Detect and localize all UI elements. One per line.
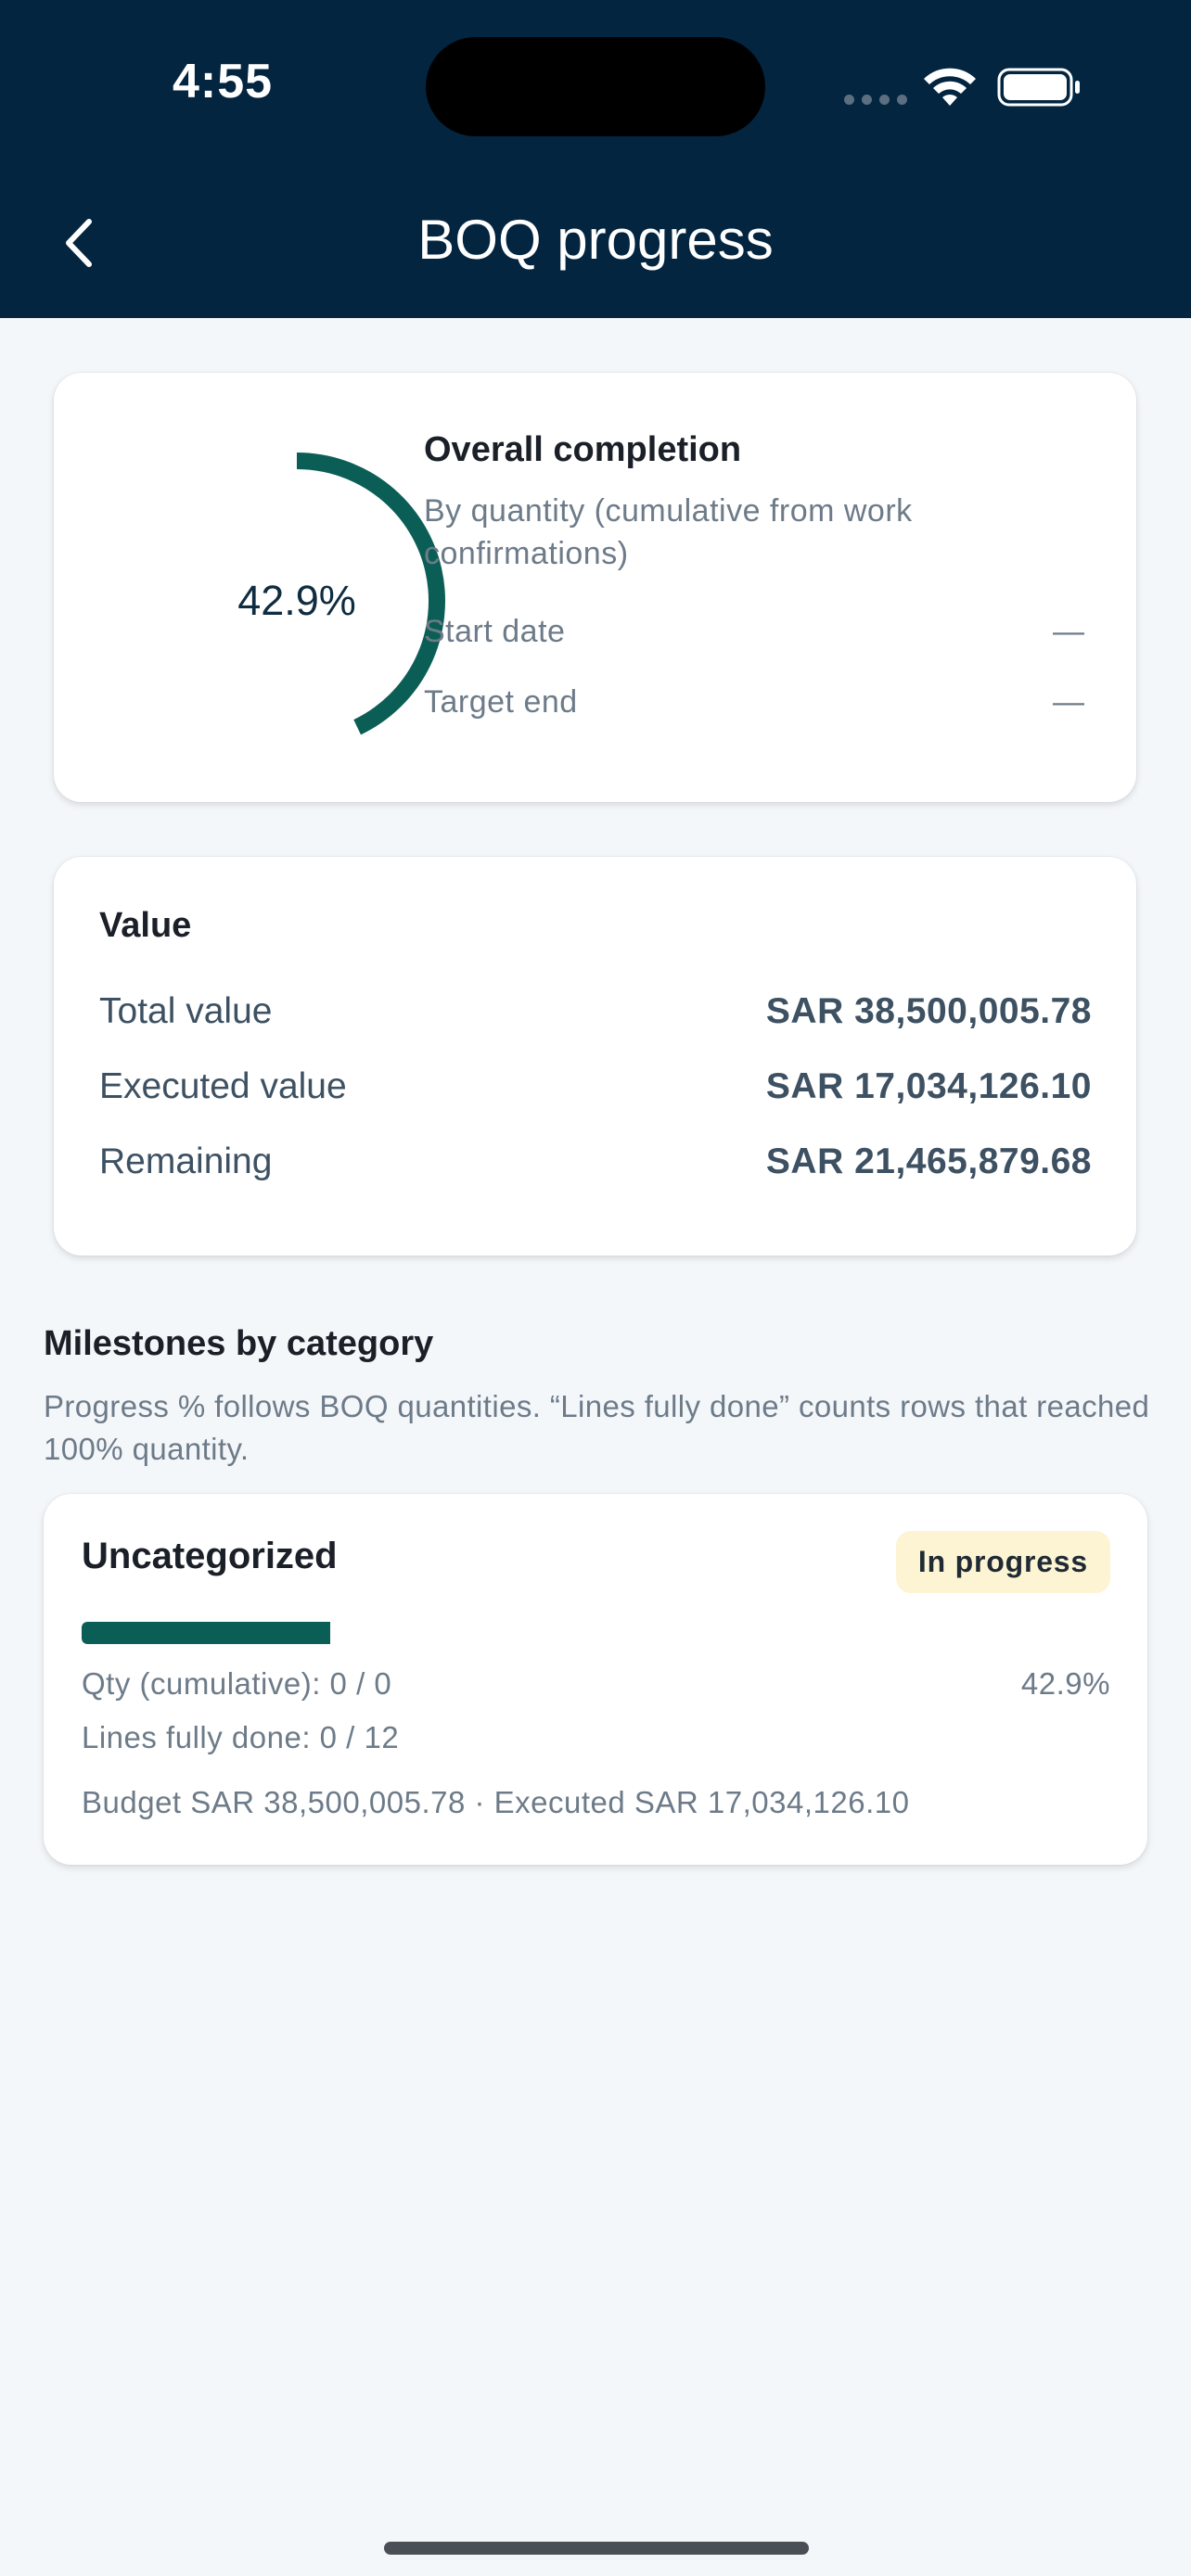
wifi-icon (924, 68, 976, 106)
page-title: BOQ progress (417, 209, 774, 271)
app-header: 4:55 BOQ progress (0, 0, 1191, 318)
milestone-budget: Budget SAR 38,500,005.78 · Executed SAR … (82, 1785, 910, 1819)
milestone-percent: 42.9% (1020, 1666, 1110, 1701)
overall-completion-subtitle: By quantity (cumulative from work confir… (424, 493, 913, 571)
target-end-label: Target end (424, 684, 578, 720)
milestones-title: Milestones by category (44, 1324, 434, 1363)
milestone-qty: Qty (cumulative): 0 / 0 (82, 1666, 392, 1701)
boq-progress-screen: 4:55 BOQ progress 42.9% Overall completi… (0, 0, 1191, 2576)
milestone-progress-bar (82, 1622, 1109, 1644)
milestone-progress-fill (82, 1622, 331, 1644)
remaining-value-label: Remaining (99, 1141, 273, 1181)
overall-completion-card: 42.9% Overall completion By quantity (cu… (54, 373, 1136, 802)
overall-completion-title: Overall completion (424, 430, 742, 469)
value-heading: Value (99, 906, 192, 945)
remaining-value-amount: SAR 21,465,879.68 (765, 1141, 1092, 1181)
total-value-amount: SAR 38,500,005.78 (765, 991, 1092, 1031)
completion-percent: 42.9% (237, 577, 356, 624)
executed-value-amount: SAR 17,034,126.10 (765, 1066, 1092, 1106)
milestones-description: Progress % follows BOQ quantities. “Line… (44, 1389, 1150, 1466)
milestone-lines-done: Lines fully done: 0 / 12 (82, 1720, 400, 1754)
value-card: Value Total value SAR 38,500,005.78 Exec… (54, 857, 1136, 1256)
status-badge: In progress (895, 1531, 1110, 1593)
battery-icon (997, 68, 1080, 107)
executed-value-label: Executed value (99, 1066, 347, 1106)
milestone-category-name: Uncategorized (82, 1536, 338, 1576)
milestone-card[interactable]: Uncategorized In progress Qty (cumulativ… (44, 1494, 1147, 1865)
dynamic-island (426, 37, 765, 136)
target-end-value: — (1053, 684, 1084, 720)
start-date-label: Start date (424, 614, 566, 649)
cellular-signal-icon (844, 95, 907, 105)
completion-ring: 42.9% (111, 415, 482, 786)
start-date-value: — (1053, 614, 1084, 649)
home-indicator (384, 2542, 809, 2555)
status-time: 4:55 (173, 55, 274, 108)
total-value-label: Total value (99, 991, 273, 1031)
